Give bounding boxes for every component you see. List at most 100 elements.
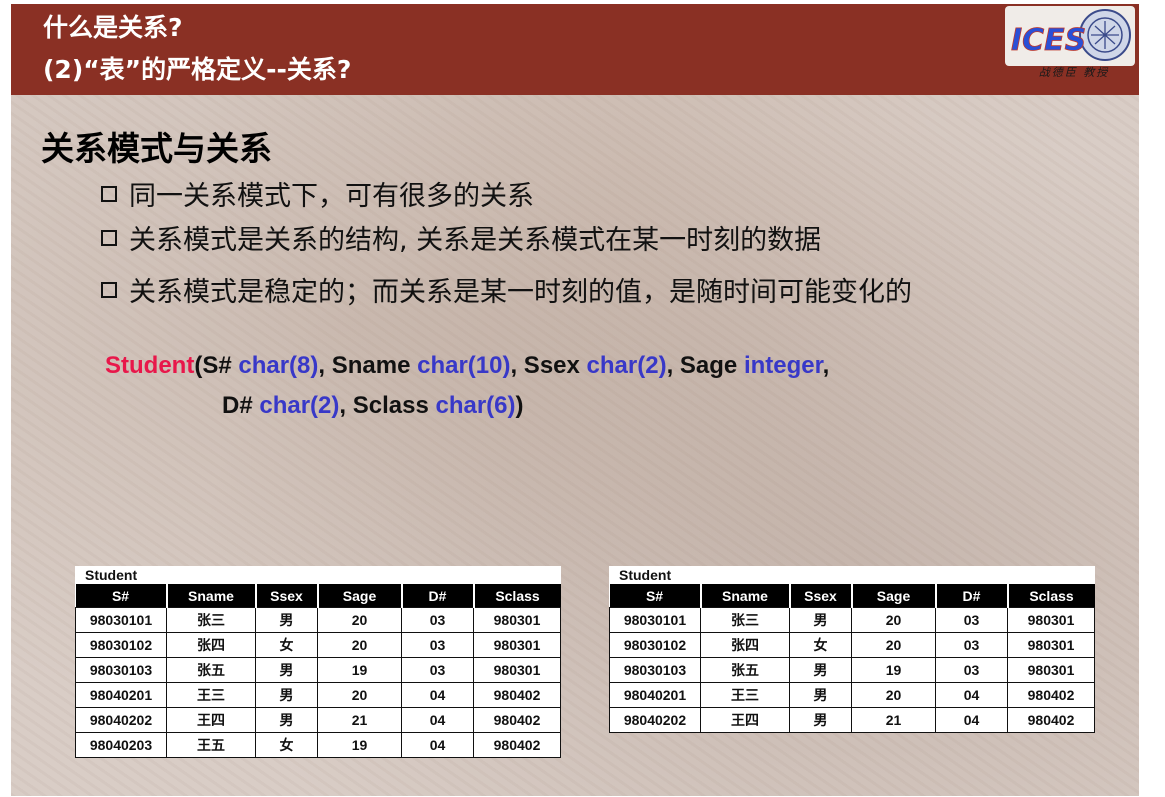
table-cell: 20 [317,607,402,633]
table-cell: 男 [789,707,852,733]
schema-type: char(6) [435,392,516,419]
table-cell: 980301 [473,632,561,658]
table-cell: 04 [935,682,1008,708]
column-header: Ssex [254,584,318,608]
table-cell: 03 [935,607,1008,633]
table-cell: 980301 [1007,632,1095,658]
table-cell: 03 [401,632,474,658]
table-row: 98040202 王四男 21 04 980402 [609,707,1095,733]
section-title: 关系模式与关系 [41,129,272,168]
table-row: 98030101 张三男 20 03 980301 [75,607,561,633]
table-row: 98040203 王五女 19 04 980402 [75,732,561,758]
table-cell: 980402 [1007,682,1095,708]
table-row: 98030101 张三男 20 03 980301 [609,607,1095,633]
column-header: S# [75,584,167,608]
table-cell: 20 [851,682,936,708]
schema-attributes-2: D# char(2), Sclass char(6)) [222,392,524,419]
checkbox-bullet-icon [101,281,117,298]
table-cell: 张三 [166,607,256,633]
table-row: 98030103 张五男 19 03 980301 [609,657,1095,683]
table-cell: 王三 [166,682,256,708]
schema-text: , [822,352,830,379]
table-cell: 98040203 [75,732,167,758]
table-cell: 男 [789,657,852,683]
schema-line-2: D# char(2), Sclass char(6)) [222,392,524,420]
table-cell: 980402 [473,732,561,758]
table-caption: Student [619,567,672,583]
table-cell: 980402 [1007,707,1095,733]
table-cell: 张三 [700,607,790,633]
table-cell: 男 [255,657,318,683]
table-cell: 王四 [166,707,256,733]
table-cell: 男 [789,607,852,633]
table-cell: 03 [935,632,1008,658]
table-cell: 04 [935,707,1008,733]
schema-type: integer [743,352,823,379]
table-cell: 03 [401,607,474,633]
schema-text: , Sclass [339,392,436,419]
table-cell: 980301 [473,657,561,683]
table-cell: 19 [851,657,936,683]
table-cell: 20 [317,682,402,708]
column-header: D# [400,584,474,608]
table-cell: 21 [851,707,936,733]
table-cell: 男 [789,682,852,708]
table-cell: 女 [255,732,318,758]
table-caption: Student [85,567,138,583]
table-cell: 98040202 [609,707,701,733]
table-cell: 王五 [166,732,256,758]
table-cell: 张五 [166,657,256,683]
table-cell: 张四 [700,632,790,658]
table-cell: 98030101 [609,607,701,633]
table-cell: 98040201 [609,682,701,708]
table-cell: 980301 [1007,607,1095,633]
schema-type: char(8) [238,352,319,379]
table-row: 98030102 张四女 20 03 980301 [75,632,561,658]
column-header: Sclass [1006,584,1095,608]
logo-wordmark: ICES [1011,23,1086,58]
table-cell: 04 [401,682,474,708]
schema-text: , Sname [318,352,418,379]
schema-text: D# [222,392,260,419]
header-title-line1: 什么是关系? [43,13,183,42]
column-header: Sname [165,584,256,608]
student-table: S# Sname Ssex Sage D# Sclass 98030101 张三男 20 03 98… [609,584,1095,733]
table-cell: 98040202 [75,707,167,733]
table-cell: 98040201 [75,682,167,708]
table-cell: 19 [317,732,402,758]
column-header: Sage [316,584,402,608]
relation-table-2: Student S# Sname Ssex Sage D# Sclass 98030101 张… [609,566,1095,733]
table-cell: 男 [255,607,318,633]
table-cell: 98030103 [75,657,167,683]
relation-table-1: Student S# Sname Ssex Sage D# Sclass 98030101 张… [75,566,561,758]
schema-text: (S# [194,352,239,379]
bullet-item: 同一关系模式下，可有很多的关系 [101,174,534,213]
column-header: Sage [850,584,936,608]
schema-text: , Ssex [510,352,587,379]
table-cell: 张五 [700,657,790,683]
header-title-line2: (2)“表”的严格定义--关系? [43,55,352,84]
slide-header: 什么是关系? (2)“表”的严格定义--关系? ICES 战德臣 教授 [11,4,1139,95]
table-row: 98040201 王三男 20 04 980402 [75,682,561,708]
table-cell: 98030102 [609,632,701,658]
table-cell: 21 [317,707,402,733]
table-cell: 女 [255,632,318,658]
table-cell: 男 [255,707,318,733]
table-cell: 980301 [473,607,561,633]
ices-logo: ICES 战德臣 教授 [1005,6,1135,90]
table-row: 98030102 张四女 20 03 980301 [609,632,1095,658]
table-cell: 980402 [473,707,561,733]
table-header-row: S# Sname Ssex Sage D# Sclass [75,584,561,608]
schema-type: char(10) [417,352,511,379]
table-cell: 19 [317,657,402,683]
table-cell: 98030102 [75,632,167,658]
ices-logo-icon: ICES [1005,6,1135,66]
student-table: S# Sname Ssex Sage D# Sclass 98030101 张三男 20 03 98… [75,584,561,758]
checkbox-bullet-icon [101,229,117,246]
bullet-item: 关系模式是关系的结构, 关系是关系模式在某一时刻的数据 [101,218,821,257]
table-cell: 980301 [1007,657,1095,683]
table-cell: 张四 [166,632,256,658]
column-header: D# [934,584,1008,608]
schema-text: ) [515,392,524,419]
table-cell: 王三 [700,682,790,708]
